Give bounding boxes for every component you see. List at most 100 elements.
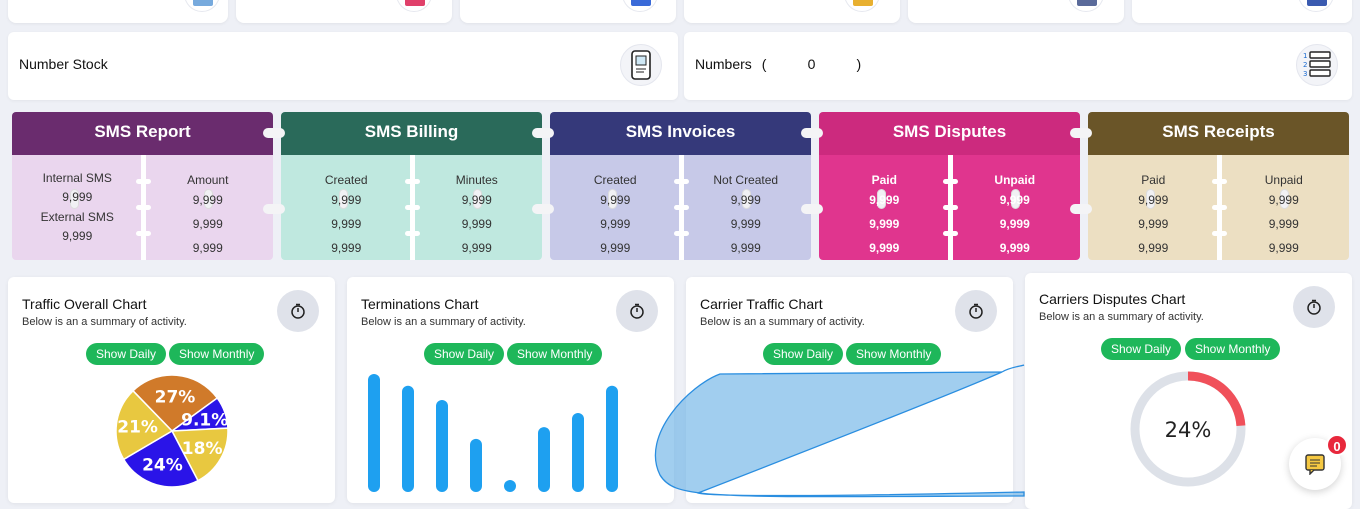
sms-left-column: Paid 9,999 9,999 9,999: [819, 155, 950, 260]
sms-card-1[interactable]: SMS Report Internal SMS 9,999 External SMS 9…: [12, 112, 273, 260]
numbers-label: Numbers(0): [695, 56, 862, 72]
sms-col-header: Minutes: [455, 173, 498, 187]
sms-col-value: 9,999: [331, 241, 362, 255]
sms-card-3[interactable]: SMS Invoices Created 9,999 9,999 9,999 Not Cr…: [550, 112, 811, 260]
sms-col-value: 9,999: [999, 217, 1030, 231]
carrier-traffic-area-chart: [654, 364, 1025, 498]
sms-card-title: SMS Disputes: [819, 112, 1080, 155]
card-connector: [801, 204, 823, 214]
sms-col-value: 9,999: [600, 217, 631, 231]
sms-col-header: Unpaid: [1264, 173, 1303, 187]
sms-col-value: 9,999: [999, 241, 1030, 255]
chart-icon: [1298, 0, 1334, 12]
sms-col-header: Paid: [871, 173, 897, 187]
sms-col-value: 9,999: [600, 193, 631, 207]
document-icon: [1068, 0, 1104, 12]
sms-card-title: SMS Receipts: [1088, 112, 1349, 155]
sms-col-header: Not Created: [713, 173, 779, 187]
sms-right-column: Unpaid 9,999 9,999 9,999: [950, 155, 1081, 260]
svg-text:3: 3: [1303, 70, 1307, 78]
sms-left-column: Created 9,999 9,999 9,999: [550, 155, 681, 260]
sms-col-value: 9,999: [192, 217, 223, 231]
sms-col-value: 9,999: [869, 217, 900, 231]
bar: [572, 412, 584, 492]
screen-icon: [396, 0, 432, 12]
pie-slice-label: 9.1%: [181, 410, 228, 430]
pie-slice-label: 27%: [155, 387, 196, 407]
sms-col-value: 9,999: [62, 190, 93, 204]
top-card-6[interactable]: [1132, 0, 1352, 23]
card-connector: [263, 128, 285, 138]
sms-col-header: Paid: [1141, 173, 1166, 187]
sms-card-4[interactable]: SMS Disputes Paid 9,999 9,999 9,999 Unpaid 9,9…: [819, 112, 1080, 260]
sms-col-header: Created: [324, 173, 368, 187]
svg-text:2: 2: [1303, 61, 1307, 69]
sms-col-header: External SMS: [40, 210, 114, 224]
top-card-4[interactable]: [684, 0, 900, 23]
carrier-traffic-area: [654, 371, 1025, 498]
sms-col-value: 9,999: [730, 241, 761, 255]
sms-col-value: 9,999: [999, 193, 1030, 207]
sms-col-value: 9,999: [730, 217, 761, 231]
sms-card-title: SMS Report: [12, 112, 273, 155]
card-connector: [1070, 204, 1092, 214]
numbers-card[interactable]: Numbers(0) 123: [684, 32, 1352, 100]
bar: [606, 385, 618, 492]
sms-card-title: SMS Invoices: [550, 112, 811, 155]
sms-card-2[interactable]: SMS Billing Created 9,999 9,999 9,999 Minutes…: [281, 112, 542, 260]
top-card-5[interactable]: [908, 0, 1124, 23]
card-connector: [263, 204, 285, 214]
number-stock-label: Number Stock: [19, 56, 108, 72]
sms-col-value: 9,999: [461, 217, 492, 231]
sms-col-value: 9,999: [331, 193, 362, 207]
sms-col-value: 9,999: [192, 241, 223, 255]
sms-col-header: Internal SMS: [42, 171, 112, 185]
sms-left-column: Internal SMS 9,999 External SMS 9,999: [12, 155, 143, 247]
number-stock-card[interactable]: Number Stock: [8, 32, 678, 100]
donut-center-label: 24%: [1165, 418, 1212, 442]
phone-document-icon: [620, 44, 662, 86]
terminations-bar-chart: [368, 374, 618, 492]
sms-col-value: 9,999: [461, 241, 492, 255]
bar: [368, 374, 380, 492]
sms-col-value: 9,999: [331, 217, 362, 231]
card-connector: [532, 128, 554, 138]
card-connector: [532, 204, 554, 214]
chat-icon: [1305, 454, 1325, 475]
svg-text:1: 1: [1303, 52, 1307, 60]
traffic-overall-chart-card: Traffic Overall Chart Below is an a summ…: [8, 277, 335, 503]
sms-col-value: 9,999: [1138, 217, 1169, 231]
traffic-pie-chart: 27% 9.1% 18%24% 21%: [115, 374, 229, 488]
numbers-count: 0: [807, 56, 816, 72]
terminations-chart-card: Terminations Chart Below is an a summary…: [347, 277, 674, 503]
sms-col-value: 9,999: [1268, 241, 1299, 255]
top-card-2[interactable]: [236, 0, 452, 23]
handset-icon: [184, 0, 220, 12]
sms-col-value: 9,999: [192, 193, 223, 207]
card-connector: [1070, 128, 1092, 138]
pie-slice-label: 21%: [117, 417, 158, 437]
pie-slice-label: 24%: [142, 455, 183, 475]
timer-icon[interactable]: [955, 290, 997, 332]
numbered-list-icon: 123: [1296, 44, 1338, 86]
bar: [436, 399, 448, 492]
sms-col-header: Unpaid: [994, 173, 1036, 187]
card-connector: [801, 128, 823, 138]
sms-col-value: 9,999: [1268, 193, 1299, 207]
sms-col-value: 9,999: [62, 229, 93, 243]
top-card-1[interactable]: [8, 0, 228, 23]
money-icon: [844, 0, 880, 12]
sms-col-value: 9,999: [869, 241, 900, 255]
sms-right-column: Unpaid 9,999 9,999 9,999: [1219, 155, 1350, 260]
top-card-3[interactable]: [460, 0, 676, 23]
sms-left-column: Created 9,999 9,999 9,999: [281, 155, 412, 260]
sms-card-5[interactable]: SMS Receipts Paid 9,999 9,999 9,999 Unpaid 9,9…: [1088, 112, 1349, 260]
sms-col-header: Created: [593, 173, 637, 187]
sms-card-title: SMS Billing: [281, 112, 542, 155]
notification-badge: 0: [1326, 434, 1348, 456]
chart-subtitle: Below is an a summary of activity.: [700, 316, 865, 328]
bar: [470, 438, 482, 492]
chart-title: Carrier Traffic Chart: [700, 296, 823, 312]
sms-col-value: 9,999: [1138, 193, 1169, 207]
sms-right-column: Amount 9,999 9,999 9,999: [143, 155, 274, 260]
